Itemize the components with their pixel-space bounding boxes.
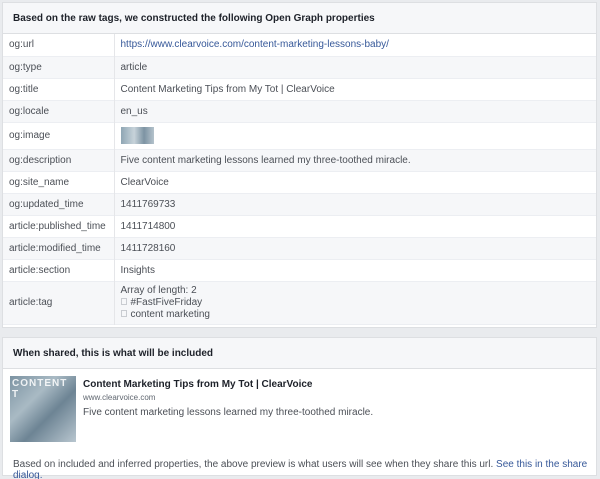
table-row: article:section Insights: [3, 259, 596, 281]
property-value: ClearVoice: [120, 176, 169, 188]
table-row: og:description Five content marketing le…: [3, 149, 596, 171]
preview-footer: Based on included and inferred propertie…: [13, 459, 596, 479]
footer-text: Based on included and inferred propertie…: [13, 459, 494, 470]
property-value: article: [120, 61, 148, 73]
preview-image[interactable]: CONTENT T: [10, 376, 76, 442]
tag-list: Array of length: 2 #FastFiveFriday conte…: [120, 283, 591, 323]
share-preview-header: When shared, this is what will be includ…: [3, 338, 596, 369]
property-key: og:updated_time: [3, 193, 115, 215]
table-row: og:url https://www.clearvoice.com/conten…: [3, 34, 596, 56]
table-row: article:tag Array of length: 2 #FastFive…: [3, 281, 596, 324]
property-key: og:url: [3, 34, 115, 56]
property-key: og:locale: [3, 100, 115, 122]
property-value: [114, 122, 596, 149]
tag-label: #FastFiveFriday: [130, 296, 203, 308]
property-key: article:modified_time: [3, 237, 115, 259]
og-url-link[interactable]: https://www.clearvoice.com/content-marke…: [121, 39, 389, 50]
table-row: og:updated_time 1411769733: [3, 193, 596, 215]
table-row: og:image: [3, 122, 596, 149]
preview-title[interactable]: Content Marketing Tips from My Tot | Cle…: [83, 379, 313, 390]
property-key: og:title: [3, 78, 115, 100]
property-value: https://www.clearvoice.com/content-marke…: [114, 34, 596, 56]
share-preview-panel: When shared, this is what will be includ…: [2, 337, 597, 479]
tag-label: content marketing: [130, 308, 211, 320]
table-row: article:published_time 1411714800: [3, 215, 596, 237]
table-row: og:site_name ClearVoice: [3, 171, 596, 193]
property-key: og:type: [3, 56, 115, 78]
property-value: 1411769733: [120, 198, 176, 210]
share-preview: CONTENT T Content Marketing Tips from My…: [3, 369, 596, 459]
table-row: og:type article: [3, 56, 596, 78]
property-value: 1411728160: [120, 242, 176, 254]
preview-image-text: CONTENT T: [12, 378, 68, 400]
list-item: #FastFiveFriday: [120, 296, 591, 309]
preview-domain: www.clearvoice.com: [83, 393, 156, 402]
list-item: content marketing: [120, 308, 591, 321]
og-properties-header: Based on the raw tags, we constructed th…: [3, 3, 596, 34]
property-value: en_us: [120, 105, 148, 117]
property-key: article:tag: [3, 281, 115, 324]
preview-description: Five content marketing lessons learned m…: [83, 407, 374, 418]
page: Based on the raw tags, we constructed th…: [0, 0, 600, 479]
property-key: og:site_name: [3, 171, 115, 193]
property-value: Array of length: 2 #FastFiveFriday conte…: [114, 281, 596, 324]
table-row: article:modified_time 1411728160: [3, 237, 596, 259]
og-properties-table: og:url https://www.clearvoice.com/conten…: [3, 34, 596, 325]
checkbox-icon: [120, 310, 127, 318]
property-key: article:published_time: [3, 215, 115, 237]
tag-array-label: Array of length: 2: [120, 284, 197, 296]
property-value: Content Marketing Tips from My Tot | Cle…: [120, 83, 335, 95]
property-value: 1411714800: [120, 220, 176, 232]
property-key: og:description: [3, 149, 115, 171]
checkbox-icon: [120, 298, 127, 306]
table-row: og:title Content Marketing Tips from My …: [3, 78, 596, 100]
table-row: og:locale en_us: [3, 100, 596, 122]
og-image-thumbnail[interactable]: [120, 127, 154, 144]
property-key: og:image: [3, 122, 115, 149]
property-value: Insights: [120, 264, 155, 276]
og-properties-panel: Based on the raw tags, we constructed th…: [2, 2, 597, 328]
property-key: article:section: [3, 259, 115, 281]
property-value: Five content marketing lessons learned m…: [120, 154, 411, 166]
